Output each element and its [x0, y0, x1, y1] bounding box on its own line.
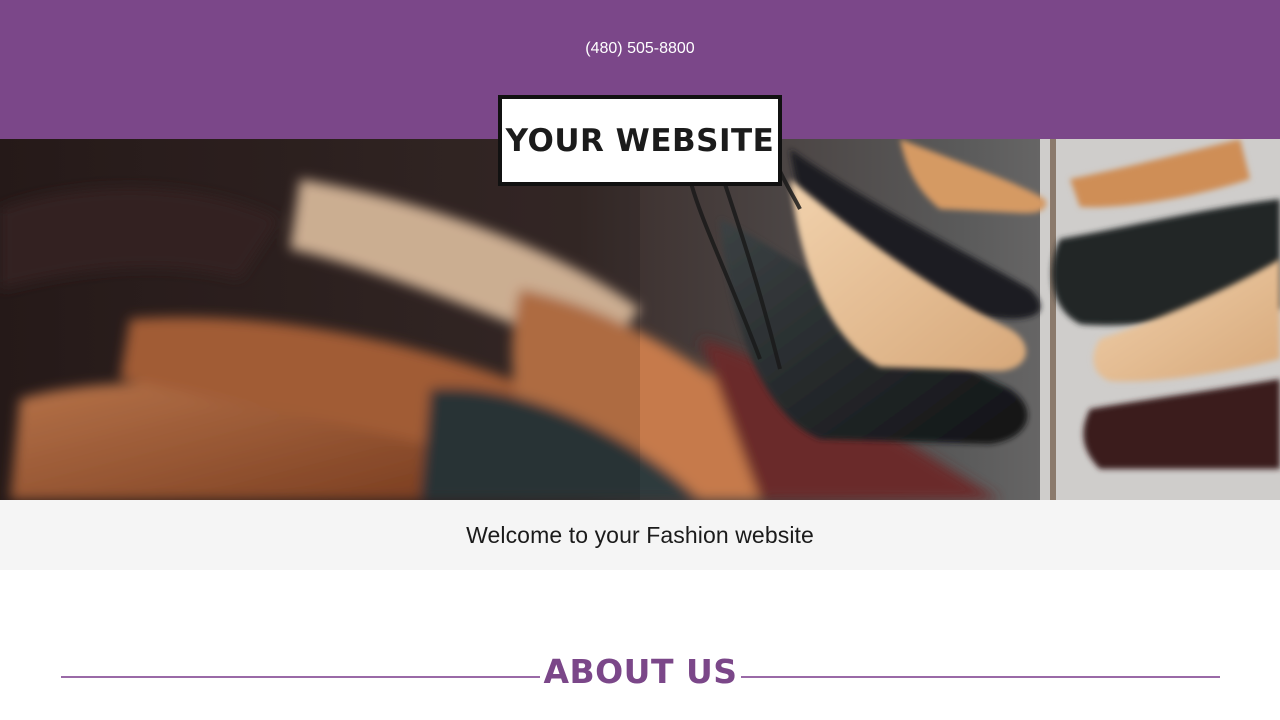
about-section: ABOUT US: [61, 650, 1220, 700]
shoes-photo: [0, 139, 1280, 500]
about-title: ABOUT US: [543, 652, 738, 691]
welcome-text: Welcome to your Fashion website: [466, 521, 814, 548]
site-logo-text: YOUR WEBSITE: [505, 122, 775, 159]
about-divider-right: [741, 676, 1220, 678]
welcome-banner: Welcome to your Fashion website: [0, 500, 1280, 570]
about-divider-left: [61, 676, 540, 678]
phone-number: (480) 505-8800: [0, 38, 1280, 60]
hero-image: [0, 139, 1280, 500]
phone-link[interactable]: (480) 505-8800: [585, 40, 694, 57]
site-logo[interactable]: YOUR WEBSITE: [498, 95, 782, 186]
